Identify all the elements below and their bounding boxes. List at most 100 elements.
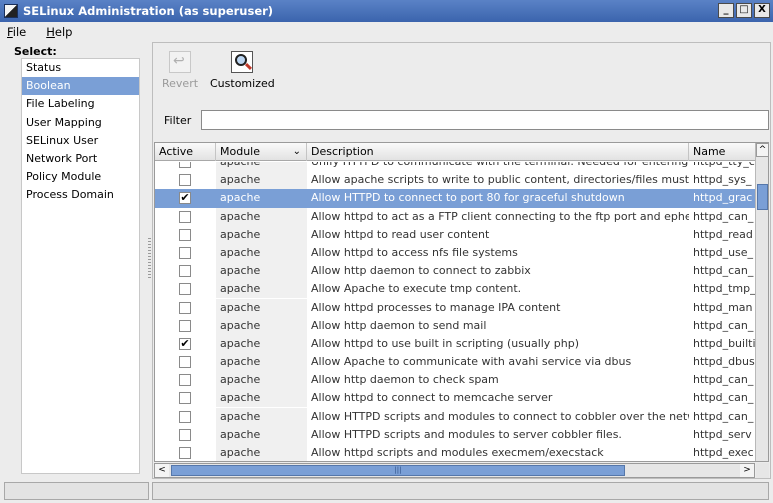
sidebar-item-file-labeling[interactable]: File Labeling [22,95,139,113]
active-checkbox[interactable] [179,319,191,332]
sidebar-item-boolean[interactable]: Boolean [22,77,139,96]
name-cell: httpd_can_ [693,264,754,278]
active-checkbox[interactable] [179,447,191,459]
sidebar-item-policy-module[interactable]: Policy Module [22,168,139,186]
vertical-scrollbar[interactable]: ^ [755,143,768,461]
table-row[interactable]: apache Allow Apache to communicate with a… [155,353,755,372]
vertical-scroll-thumb[interactable] [757,184,768,210]
table-row[interactable]: apache Allow HTTPD scripts and modules to… [155,407,755,426]
active-checkbox[interactable] [179,228,191,241]
active-cell: ✔ [155,335,216,353]
active-checkbox[interactable] [179,410,191,423]
module-cell: apache [216,243,307,262]
active-checkbox[interactable] [179,283,191,296]
name-cell: httpd_sys_ [693,173,752,187]
title-bar[interactable]: SELinux Administration (as superuser) _ … [0,0,773,22]
table-row[interactable]: apache Allow http daemon to connect to za… [155,262,755,281]
window-controls: _ □ X [718,3,770,18]
table-row[interactable]: apache Allow httpd to act as a FTP client… [155,207,755,226]
table-row[interactable]: apache Allow httpd to connect to memcache… [155,389,755,408]
active-cell [155,226,216,244]
table-row[interactable]: apache Allow httpd to access nfs file sys… [155,243,755,262]
column-header-module[interactable]: Module ⌄ [216,143,307,161]
active-checkbox[interactable]: ✔ [179,192,191,205]
active-checkbox[interactable] [179,356,191,369]
active-checkbox[interactable] [179,374,191,387]
table-row[interactable]: ✔ apache Allow httpd to use built in scrip… [155,334,755,353]
active-cell [155,444,216,461]
description-cell: Allow httpd scripts and modules execmem/… [311,446,604,459]
menu-file[interactable]: File [4,25,29,39]
boolean-table: Active Module ⌄ Description Name apache U… [154,142,769,462]
filter-input[interactable] [201,110,769,130]
table-row[interactable]: apache Allow HTTPD scripts and modules to… [155,425,755,444]
module-cell: apache [216,407,307,426]
scroll-right-arrow-icon[interactable]: > [740,464,754,477]
name-cell: httpd_builti [693,336,755,350]
table-body: apache Unify HTTPD to communicate with th… [155,162,755,461]
revert-label: Revert [162,77,199,90]
sidebar-item-user-mapping[interactable]: User Mapping [22,114,139,132]
horizontal-scroll-thumb[interactable]: ||| [171,465,625,476]
table-row[interactable]: ✔ apache Allow HTTPD to connect to port 80… [155,189,755,208]
table-row[interactable]: apache Allow http daemon to check spam htt… [155,371,755,390]
close-button[interactable]: X [754,3,770,18]
customized-button[interactable]: Customized [210,51,275,90]
description-cell: Allow http daemon to connect to zabbix [311,264,531,278]
description-cell: Allow HTTPD to connect to port 80 for gr… [311,191,625,205]
sidebar-item-network-port[interactable]: Network Port [22,150,139,168]
active-cell: ✔ [155,189,216,207]
active-cell [155,408,216,426]
status-bar-right [152,482,769,500]
active-checkbox[interactable] [179,301,191,314]
selinux-app-icon [4,4,18,18]
table-row[interactable]: apache Allow apache scripts to write to p… [155,171,755,190]
table-row[interactable]: apache Allow httpd to read user content ht… [155,225,755,244]
table-row[interactable]: apache Allow httpd processes to manage IP… [155,298,755,317]
sidebar-item-status[interactable]: Status [22,59,139,77]
table-row[interactable]: apacheUnify HTTPD to communicate with th… [155,162,755,171]
revert-button[interactable]: Revert [162,51,198,90]
active-checkbox[interactable] [179,246,191,259]
name-cell: httpd_tmp_ [693,282,755,296]
active-cell [155,317,216,335]
description-cell: Allow httpd to read user content [311,227,490,241]
active-checkbox[interactable] [179,174,191,187]
minimize-button[interactable]: _ [718,3,734,18]
active-checkbox[interactable] [179,210,191,223]
active-cell [155,244,216,262]
column-header-name[interactable]: Name [689,143,755,161]
filter-label: Filter [164,114,192,127]
module-cell: apache [216,225,307,244]
description-cell: Allow httpd to access nfs file systems [311,245,518,259]
active-checkbox[interactable]: ✔ [179,337,191,350]
table-row[interactable]: apache Allow httpd scripts and modules ex… [155,444,755,461]
column-header-description[interactable]: Description [307,143,689,161]
column-header-active[interactable]: Active [155,143,216,161]
active-checkbox[interactable] [179,392,191,405]
module-cell: apache [216,389,307,408]
description-cell: Allow apache scripts to write to public … [311,173,689,187]
sidebar-item-process-domain[interactable]: Process Domain [22,186,139,204]
name-cell: httpd_use_ [693,245,754,259]
name-cell: httpd_read [693,227,753,241]
table-row[interactable]: apache Allow Apache to execute tmp conten… [155,280,755,299]
pane-grip-handle[interactable] [148,238,151,280]
maximize-button[interactable]: □ [736,3,752,18]
module-cell: apache [216,280,307,299]
window-title: SELinux Administration (as superuser) [23,4,274,18]
chevron-down-icon: ⌄ [292,146,301,157]
active-checkbox[interactable] [179,162,191,168]
scroll-left-arrow-icon[interactable]: < [155,464,169,477]
scroll-up-arrow-icon[interactable]: ^ [756,143,768,157]
table-row[interactable]: apache Allow http daemon to send mail http… [155,316,755,335]
active-checkbox[interactable] [179,265,191,278]
active-checkbox[interactable] [179,428,191,441]
menu-help[interactable]: Help [43,25,75,39]
sidebar-item-selinux-user[interactable]: SELinux User [22,132,139,150]
scroll-corner [756,463,769,478]
active-cell [155,353,216,371]
active-cell [155,262,216,280]
horizontal-scrollbar[interactable]: < ||| > [154,463,755,478]
description-cell: Unify HTTPD to communicate with the term… [307,162,689,171]
